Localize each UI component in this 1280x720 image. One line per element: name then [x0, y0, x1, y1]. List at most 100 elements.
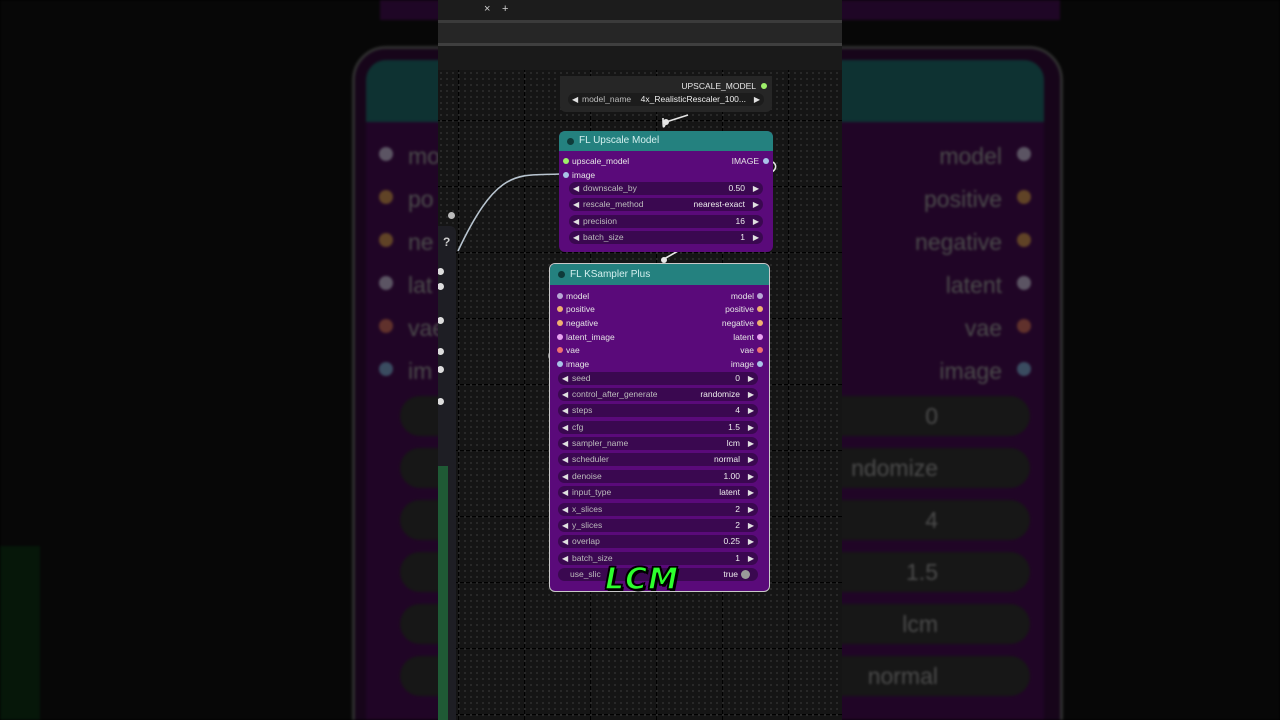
widget-downscale-by[interactable]: ◀ downscale_by 0.50 ▶	[569, 182, 763, 195]
widget-label: input_type	[572, 487, 612, 497]
input-pin-negative[interactable]	[557, 320, 563, 326]
arrow-left-icon[interactable]: ◀	[562, 552, 568, 565]
arrow-right-icon[interactable]: ▶	[748, 453, 754, 466]
toolbar	[438, 23, 842, 46]
widget-value: 16	[735, 216, 745, 226]
output-pin-model[interactable]	[757, 293, 763, 299]
arrow-right-icon[interactable]: ▶	[748, 470, 754, 483]
arrow-left-icon[interactable]: ◀	[562, 421, 568, 434]
widget-value: normal	[714, 454, 740, 464]
widget-value: 4x_RealisticRescaler_100...	[640, 94, 746, 104]
arrow-left-icon[interactable]: ◀	[573, 182, 579, 195]
arrow-left-icon[interactable]: ◀	[573, 231, 579, 244]
wire-reroute-dot[interactable]	[663, 119, 669, 125]
input-pin-image[interactable]	[557, 361, 563, 367]
arrow-right-icon[interactable]: ▶	[748, 535, 754, 548]
fl-upscale-model-node[interactable]: FL Upscale Model upscale_model image IMA…	[559, 131, 773, 252]
input-pin-upscale-model[interactable]	[563, 158, 569, 164]
widget-label: batch_size	[583, 232, 624, 242]
arrow-left-icon[interactable]: ◀	[562, 470, 568, 483]
widget-label: denoise	[572, 471, 602, 481]
output-pin-negative[interactable]	[757, 320, 763, 326]
widget-input-type[interactable]: ◀ input_type latent ▶	[558, 486, 758, 499]
arrow-right-icon[interactable]: ▶	[753, 215, 759, 228]
arrow-left-icon[interactable]: ◀	[573, 198, 579, 211]
widget-control-after-generate[interactable]: ◀ control_after_generate randomize ▶	[558, 388, 758, 401]
widget-sampler-name[interactable]: ◀ sampler_name lcm ▶	[558, 437, 758, 450]
output-pin-image[interactable]	[763, 158, 769, 164]
widget-label: scheduler	[572, 454, 609, 464]
arrow-right-icon[interactable]: ▶	[748, 437, 754, 450]
widget-value: 0	[735, 373, 740, 383]
arrow-left-icon[interactable]: ◀	[562, 453, 568, 466]
arrow-left-icon[interactable]: ◀	[562, 519, 568, 532]
widget-value: latent	[719, 487, 740, 497]
close-tab-icon[interactable]: ×	[484, 3, 490, 15]
input-pin-positive[interactable]	[557, 306, 563, 312]
arrow-right-icon[interactable]: ▶	[753, 198, 759, 211]
arrow-right-icon[interactable]: ▶	[748, 503, 754, 516]
input-pin-image[interactable]	[563, 172, 569, 178]
collapse-dot-icon[interactable]	[567, 138, 574, 145]
arrow-right-icon[interactable]: ▶	[748, 372, 754, 385]
input-pin-vae[interactable]	[557, 347, 563, 353]
arrow-left-icon[interactable]: ◀	[562, 388, 568, 401]
arrow-left-icon[interactable]: ◀	[562, 372, 568, 385]
widget-y-slices[interactable]: ◀ y_slices 2 ▶	[558, 519, 758, 532]
output-pin-latent[interactable]	[757, 334, 763, 340]
arrow-right-icon[interactable]: ▶	[754, 93, 760, 106]
widget-cfg[interactable]: ◀ cfg 1.5 ▶	[558, 421, 758, 434]
arrow-left-icon[interactable]: ◀	[573, 215, 579, 228]
output-pin-upscale-model[interactable]	[761, 83, 767, 89]
arrow-left-icon[interactable]: ◀	[562, 437, 568, 450]
arrow-right-icon[interactable]: ▶	[748, 421, 754, 434]
arrow-right-icon[interactable]: ▶	[753, 231, 759, 244]
widget-precision[interactable]: ◀ precision 16 ▶	[569, 215, 763, 228]
fl-ksampler-plus-node[interactable]: FL KSampler Plus model positive negative…	[549, 263, 770, 592]
widget-label: precision	[583, 216, 618, 226]
widget-scheduler[interactable]: ◀ scheduler normal ▶	[558, 453, 758, 466]
widget-value: true	[723, 569, 738, 579]
output-label: model	[730, 291, 754, 301]
node-header[interactable]: FL Upscale Model	[559, 131, 773, 151]
arrow-left-icon[interactable]: ◀	[562, 535, 568, 548]
input-label: latent_image	[566, 332, 615, 342]
arrow-right-icon[interactable]: ▶	[748, 388, 754, 401]
arrow-left-icon[interactable]: ◀	[562, 503, 568, 516]
widget-label: sampler_name	[572, 438, 629, 448]
arrow-left-icon[interactable]: ◀	[562, 486, 568, 499]
widget-x-slices[interactable]: ◀ x_slices 2 ▶	[558, 503, 758, 516]
widget-overlap[interactable]: ◀ overlap 0.25 ▶	[558, 535, 758, 548]
caption-overlay: LCM	[604, 561, 679, 598]
toggle-knob-icon[interactable]	[741, 570, 750, 579]
widget-rescale-method[interactable]: ◀ rescale_method nearest-exact ▶	[569, 198, 763, 211]
output-label-upscale-model: UPSCALE_MODEL	[681, 81, 756, 91]
new-tab-icon[interactable]: +	[502, 3, 508, 15]
collapse-dot-icon[interactable]	[558, 271, 565, 278]
arrow-right-icon[interactable]: ▶	[753, 182, 759, 195]
widget-steps[interactable]: ◀ steps 4 ▶	[558, 404, 758, 417]
arrow-right-icon[interactable]: ▶	[748, 404, 754, 417]
widget-label: downscale_by	[583, 183, 637, 193]
output-pin-positive[interactable]	[757, 306, 763, 312]
widget-value: 1.00	[723, 471, 740, 481]
input-label: upscale_model	[572, 156, 630, 166]
upscale-model-loader-node[interactable]: UPSCALE_MODEL ◀ model_name 4x_RealisticR…	[560, 76, 772, 112]
arrow-left-icon[interactable]: ◀	[572, 93, 578, 106]
node-title: FL KSampler Plus	[570, 269, 651, 280]
input-pin-latent-image[interactable]	[557, 334, 563, 340]
arrow-right-icon[interactable]: ▶	[748, 552, 754, 565]
output-pin-image[interactable]	[757, 361, 763, 367]
arrow-right-icon[interactable]: ▶	[748, 486, 754, 499]
input-pin-model[interactable]	[557, 293, 563, 299]
widget-denoise[interactable]: ◀ denoise 1.00 ▶	[558, 470, 758, 483]
model-name-combo[interactable]: ◀ model_name 4x_RealisticRescaler_100...…	[568, 93, 764, 106]
output-pin-vae[interactable]	[757, 347, 763, 353]
widget-batch-size[interactable]: ◀ batch_size 1 ▶	[569, 231, 763, 244]
output-label: image	[730, 359, 754, 369]
arrow-left-icon[interactable]: ◀	[562, 404, 568, 417]
input-label: image	[566, 359, 590, 369]
node-header[interactable]: FL KSampler Plus	[550, 264, 769, 285]
widget-seed[interactable]: ◀ seed 0 ▶	[558, 372, 758, 385]
arrow-right-icon[interactable]: ▶	[748, 519, 754, 532]
